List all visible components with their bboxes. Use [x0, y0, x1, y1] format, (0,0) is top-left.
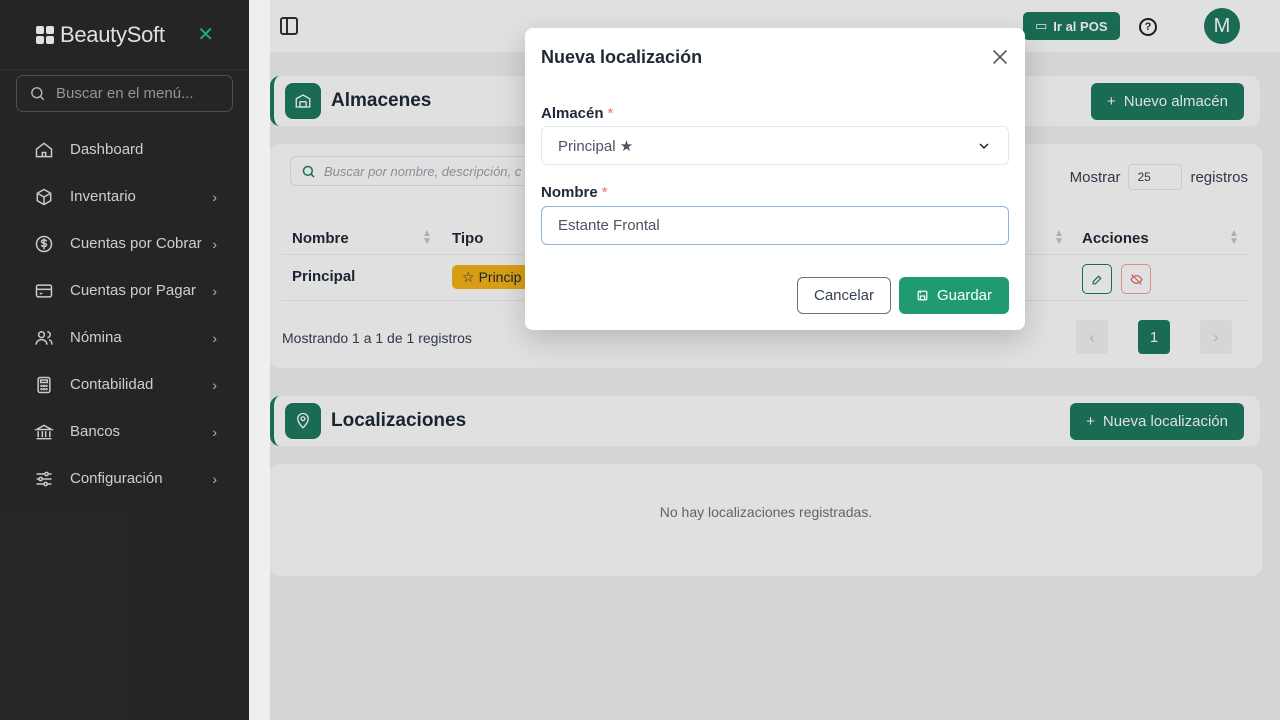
modal-title: Nueva localización	[541, 47, 703, 67]
save-button[interactable]: Guardar	[899, 277, 1009, 314]
new-location-modal: Nueva localización Almacén * Principal ★ …	[525, 28, 1025, 330]
nombre-field-label: Nombre *	[541, 184, 608, 201]
almacen-label-text: Almacén	[541, 105, 604, 122]
required-mark: *	[601, 184, 608, 201]
chevron-down-icon	[979, 142, 989, 149]
nombre-label-text: Nombre	[541, 184, 598, 201]
save-label: Guardar	[936, 287, 993, 304]
almacen-select-value: Principal ★	[558, 137, 634, 155]
close-icon[interactable]	[989, 46, 1011, 68]
save-icon	[917, 290, 928, 301]
almacen-field-label: Almacén *	[541, 105, 613, 122]
almacen-select[interactable]: Principal ★	[541, 126, 1009, 165]
required-mark: *	[607, 105, 614, 122]
backdrop-gutter	[249, 0, 270, 720]
cancel-button[interactable]: Cancelar	[797, 277, 891, 314]
nombre-input[interactable]	[541, 206, 1009, 245]
